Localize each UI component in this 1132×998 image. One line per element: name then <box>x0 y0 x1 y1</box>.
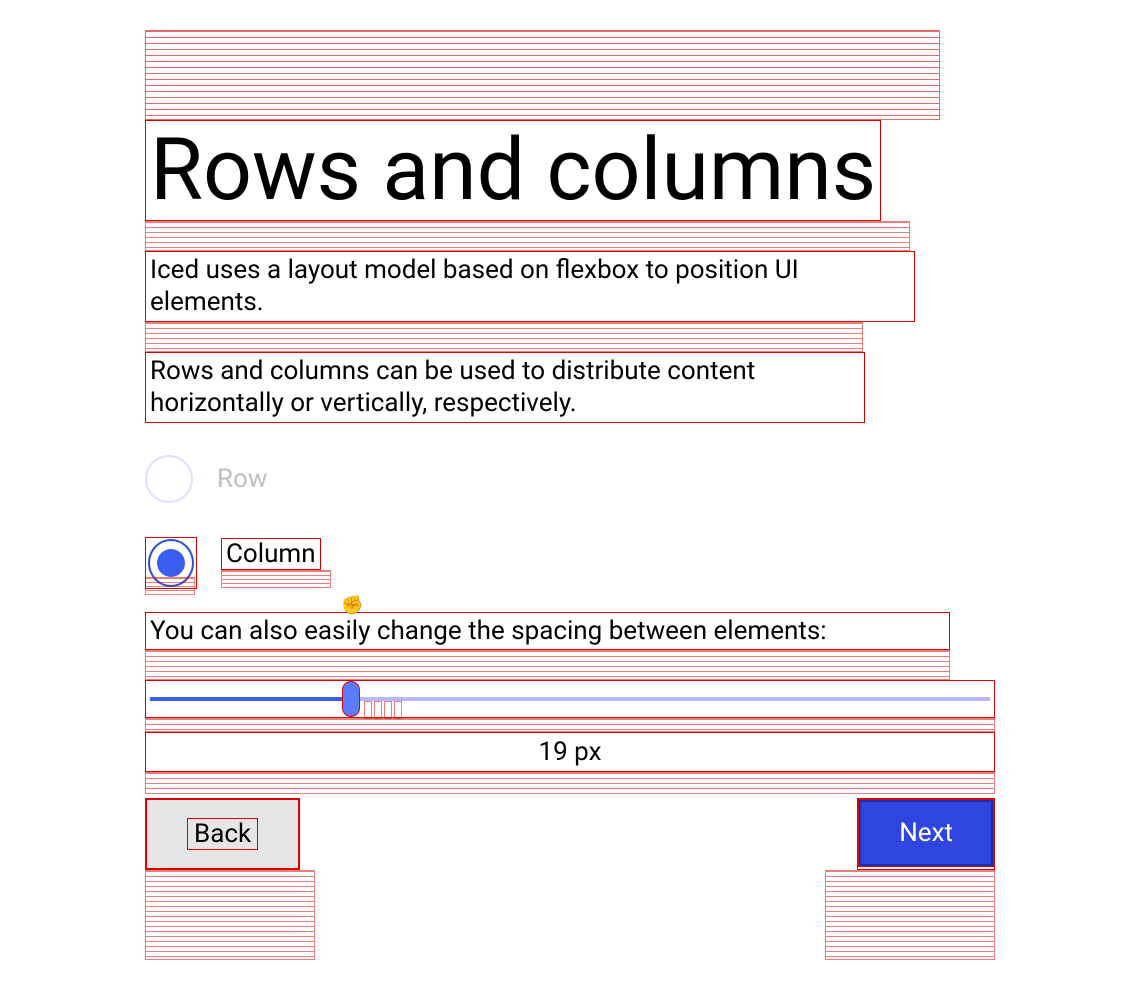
slider-value-display: 19 px <box>145 732 995 772</box>
spacing-label: You can also easily change the spacing b… <box>146 613 949 650</box>
slider-fill <box>150 697 350 701</box>
title-box: Rows and columns <box>145 120 881 221</box>
page-title: Rows and columns <box>146 121 880 220</box>
paragraph-2: Rows and columns can be used to distribu… <box>146 353 864 422</box>
radio-dot-icon <box>157 549 185 577</box>
debug-overlay <box>825 870 995 960</box>
paragraph-1-box: Iced uses a layout model based on flexbo… <box>145 251 915 322</box>
debug-overlay <box>145 772 995 794</box>
radio-label-column: Column <box>226 539 316 569</box>
debug-overlay <box>145 322 863 352</box>
next-button-wrap: Next <box>857 798 995 870</box>
slider-handle[interactable] <box>342 681 360 717</box>
next-button[interactable]: Next <box>858 799 994 867</box>
back-button-label: Back <box>187 818 258 850</box>
spacing-slider[interactable] <box>145 680 995 718</box>
tour-page: Rows and columns Iced uses a layout mode… <box>145 30 1000 960</box>
debug-overlay <box>145 650 950 680</box>
spacing-label-box: ✊ You can also easily change the spacing… <box>145 612 950 651</box>
debug-bottom-row <box>145 870 995 960</box>
radio-column-option[interactable]: Column <box>145 531 1000 595</box>
next-button-label: Next <box>899 818 953 848</box>
back-button-wrap: Back <box>145 798 300 870</box>
debug-overlay <box>145 577 195 595</box>
radio-row-option[interactable]: Row <box>145 449 1000 509</box>
debug-overlay <box>221 570 331 588</box>
radio-circle-icon[interactable] <box>145 455 193 503</box>
radio-label-column-box: Column <box>221 538 321 570</box>
paragraph-1: Iced uses a layout model based on flexbo… <box>146 252 914 321</box>
debug-overlay <box>145 718 995 732</box>
debug-overlay <box>145 221 910 251</box>
debug-marks <box>364 701 402 719</box>
debug-overlay <box>145 870 315 960</box>
paragraph-2-box: Rows and columns can be used to distribu… <box>145 352 865 423</box>
nav-button-row: Back Next <box>145 798 995 870</box>
radio-label-row: Row <box>217 464 267 494</box>
back-button[interactable]: Back <box>146 799 299 869</box>
debug-overlay-top <box>145 30 940 120</box>
